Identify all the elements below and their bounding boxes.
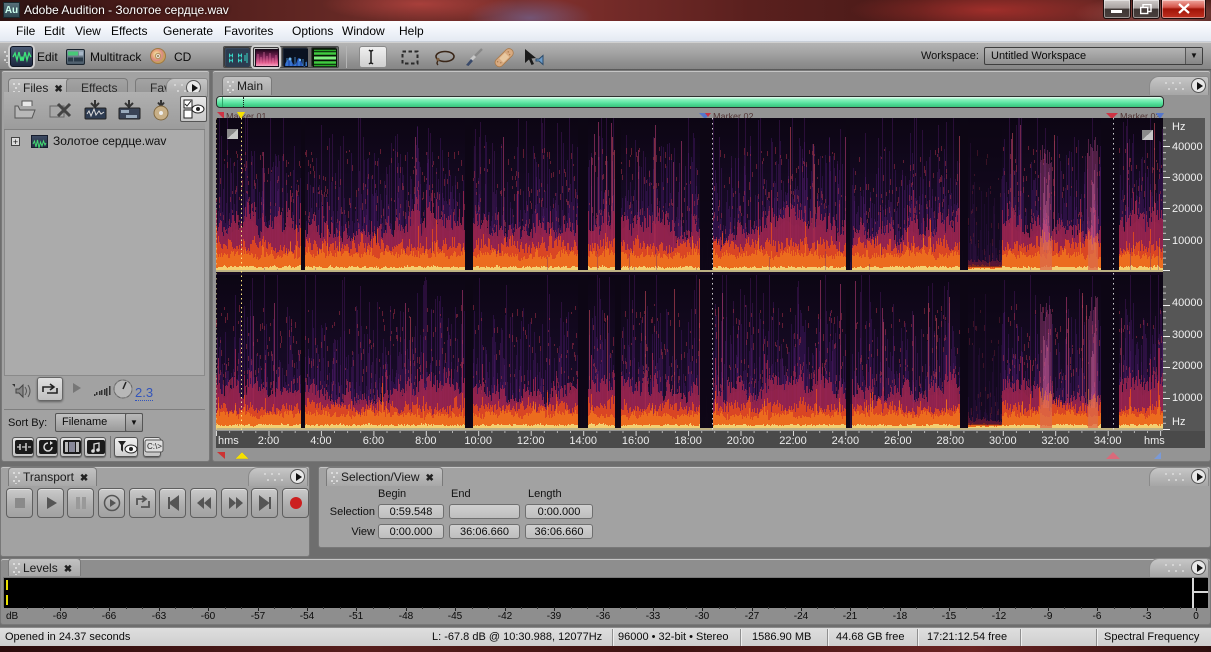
svg-text:40000: 40000 <box>1172 297 1203 309</box>
svg-text:-69: -69 <box>53 611 68 622</box>
svg-text:hms: hms <box>218 435 239 447</box>
svg-text:20000: 20000 <box>1172 203 1203 215</box>
svg-text:-18: -18 <box>893 611 908 622</box>
svg-text:6:00: 6:00 <box>363 435 384 447</box>
svg-text:-57: -57 <box>251 611 266 622</box>
svg-text:12:00: 12:00 <box>517 435 545 447</box>
svg-text:-36: -36 <box>596 611 611 622</box>
svg-text:20:00: 20:00 <box>727 435 755 447</box>
svg-text:26:00: 26:00 <box>884 435 912 447</box>
svg-text:16:00: 16:00 <box>622 435 650 447</box>
svg-text:-15: -15 <box>942 611 957 622</box>
svg-text:40000: 40000 <box>1172 141 1203 153</box>
svg-text:34:00: 34:00 <box>1094 435 1122 447</box>
svg-text:-51: -51 <box>349 611 364 622</box>
svg-text:18:00: 18:00 <box>674 435 702 447</box>
svg-text:-45: -45 <box>448 611 463 622</box>
svg-text:4:00: 4:00 <box>310 435 331 447</box>
svg-text:-6: -6 <box>1093 611 1102 622</box>
svg-text:-63: -63 <box>152 611 167 622</box>
svg-text:22:00: 22:00 <box>779 435 807 447</box>
svg-text:-33: -33 <box>646 611 661 622</box>
svg-text:Hz: Hz <box>1172 121 1185 133</box>
svg-text:hms: hms <box>1144 435 1165 447</box>
svg-text:-27: -27 <box>745 611 760 622</box>
svg-text:-3: -3 <box>1143 611 1152 622</box>
svg-text:C:\>: C:\> <box>147 442 162 451</box>
svg-text:8:00: 8:00 <box>415 435 436 447</box>
svg-text:-42: -42 <box>498 611 513 622</box>
svg-text:28:00: 28:00 <box>937 435 965 447</box>
svg-text:-48: -48 <box>399 611 414 622</box>
svg-text:-54: -54 <box>300 611 315 622</box>
svg-text:30000: 30000 <box>1172 172 1203 184</box>
svg-text:14:00: 14:00 <box>569 435 597 447</box>
svg-text:20000: 20000 <box>1172 360 1203 372</box>
svg-text:2:00: 2:00 <box>258 435 279 447</box>
svg-text:dB: dB <box>6 611 19 622</box>
svg-text:10:00: 10:00 <box>464 435 492 447</box>
svg-text:-39: -39 <box>547 611 562 622</box>
svg-text:-21: -21 <box>843 611 858 622</box>
svg-text:-24: -24 <box>794 611 809 622</box>
svg-text:-60: -60 <box>201 611 216 622</box>
svg-text:10000: 10000 <box>1172 235 1203 247</box>
svg-text:-66: -66 <box>102 611 117 622</box>
svg-text:-12: -12 <box>992 611 1007 622</box>
svg-text:Hz: Hz <box>1172 416 1185 428</box>
svg-text:-9: -9 <box>1044 611 1053 622</box>
svg-text:10000: 10000 <box>1172 392 1203 404</box>
svg-text:30:00: 30:00 <box>989 435 1017 447</box>
svg-text:0: 0 <box>1193 611 1199 622</box>
svg-text:-30: -30 <box>695 611 710 622</box>
svg-text:30000: 30000 <box>1172 329 1203 341</box>
svg-text:32:00: 32:00 <box>1041 435 1069 447</box>
svg-text:24:00: 24:00 <box>832 435 860 447</box>
